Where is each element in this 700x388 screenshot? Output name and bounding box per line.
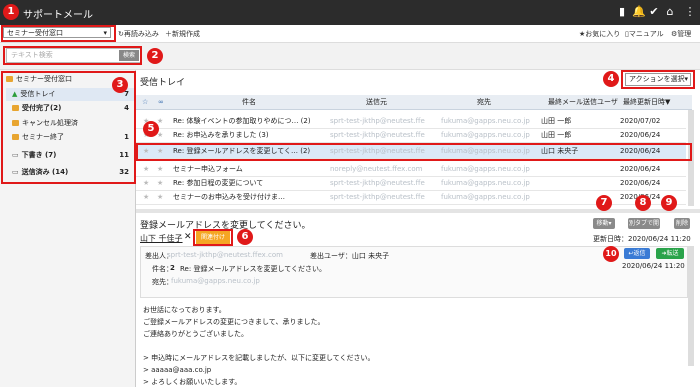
bell-icon[interactable]: 🔔 (632, 6, 646, 18)
callout-box-4 (621, 70, 695, 89)
callout-badge: 9 (661, 195, 677, 211)
body-line (143, 340, 375, 352)
reply-button[interactable]: ↩返信 (624, 248, 650, 259)
to-value: fukuma@gapps.neu.co.jp (171, 277, 260, 285)
body-line: > aaaaa@aaa.co.jp (143, 366, 212, 374)
table-row[interactable]: ★ ★ Re: 参加日程の変更について sprt-test-jkthp@neute… (136, 177, 686, 191)
admin-button[interactable]: ⚙管理 (671, 29, 691, 39)
table-row[interactable]: ★ ★ セミナー申込フォーム noreply@neutest.ffex.com f… (136, 163, 686, 177)
pane-splitter[interactable] (136, 209, 700, 213)
callout-box-1 (1, 25, 116, 42)
callout-badge: 10 (603, 246, 619, 262)
body-line: ご登録メールアドレスの変更につきまして、承りました。 (143, 318, 325, 326)
callout-badge: 1 (3, 4, 19, 20)
top-bar: サポートメール ▮ 🔔 ✔ ⌂ ⋮ (0, 0, 700, 25)
callout-box-2 (3, 46, 142, 65)
star-icon[interactable]: ★ (157, 191, 163, 204)
manual-button[interactable]: ▯マニュアル (625, 29, 664, 39)
star-icon[interactable]: ★ (157, 177, 163, 190)
close-icon[interactable]: ✕ (184, 232, 192, 242)
delete-button[interactable]: 削除 (674, 218, 690, 229)
new-compose-button[interactable]: ＋新規作成 (165, 29, 200, 39)
updated-timestamp: 更新日時：2020/06/24 11:20 (593, 235, 691, 243)
move-button[interactable]: 移動▾ (593, 218, 615, 229)
list-title: 受信トレイ (140, 78, 186, 88)
callout-badge: 5 (143, 121, 159, 137)
callout-badge: 7 (596, 195, 612, 211)
plus-icon: ＋ (165, 30, 172, 38)
from-value: sprt-test-jkthp@neutest.ffex.com (167, 251, 284, 259)
star-icon[interactable]: ★ (157, 163, 163, 176)
col-from[interactable]: 送信元 (366, 95, 387, 109)
favorites-button[interactable]: ★お気に入り (579, 29, 620, 39)
col-subject[interactable]: 件名 (242, 95, 256, 109)
message-body: お世話になっております。 ご登録メールアドレスの変更につきまして、承りました。 … (143, 304, 375, 388)
bookmark-icon[interactable]: ▮ (616, 6, 628, 18)
sent-time: 2020/06/24 11:20 (622, 262, 685, 270)
star-icon[interactable]: ★ (143, 191, 149, 204)
reload-button[interactable]: ↻再読み込み (118, 29, 159, 39)
more-icon[interactable]: ⋮ (684, 6, 696, 18)
star-icon[interactable]: ★ (143, 177, 149, 190)
body-line: お世話になっております。 (143, 306, 226, 314)
star-icon[interactable]: ★ (143, 163, 149, 176)
detail-scrollbar[interactable] (688, 246, 694, 366)
subject-value: Re: 登録メールアドレスを変更してください。 (180, 265, 327, 273)
table-header: ☆ ∞ 件名 送信元 宛先 最終メール送信ユーザ 最終更新日時▼ (136, 95, 692, 110)
check-icon[interactable]: ✔ (648, 6, 660, 18)
col-last-updated[interactable]: 最終更新日時▼ (623, 95, 670, 109)
table-row[interactable]: ★★ Re: 体験イベントの参加取りやめにつ… (2) sprt-test-jk… (136, 115, 686, 129)
open-new-tab-button[interactable]: 別タブで開く (628, 218, 660, 238)
body-line: > よろしくお願いいたします。 (143, 378, 242, 386)
app-title: サポートメール (23, 10, 93, 21)
to-label: 宛先： (152, 278, 173, 286)
callout-badge: 6 (237, 229, 253, 245)
assignee-name[interactable]: 山下 千佳子 (140, 233, 183, 244)
col-last-user[interactable]: 最終メール送信ユーザ (548, 95, 618, 109)
body-line: ご連絡ありがとうございました。 (143, 330, 248, 338)
sender-user: 差出ユーザ：山口 未央子 (310, 252, 390, 260)
callout-badge: 2 (147, 48, 163, 64)
star-header-icon[interactable]: ☆ (142, 95, 148, 109)
col-to[interactable]: 宛先 (477, 95, 491, 109)
callout-badge: 3 (112, 77, 128, 93)
forward-button[interactable]: ➜転送 (656, 248, 684, 259)
callout-badge: 4 (603, 71, 619, 87)
callout-badge: 8 (635, 195, 651, 211)
link-header-icon[interactable]: ∞ (158, 95, 164, 109)
home-icon[interactable]: ⌂ (664, 6, 676, 18)
body-line: > 申込時にメールアドレスを記載しましたが、以下に変更してください。 (143, 354, 375, 362)
subject-num: 2 (170, 264, 175, 272)
table-row[interactable]: ★★ Re: お申込みを承りました (3) sprt-test-jkthp@ne… (136, 129, 686, 143)
callout-box-6 (193, 229, 233, 246)
callout-box-5 (136, 143, 692, 161)
